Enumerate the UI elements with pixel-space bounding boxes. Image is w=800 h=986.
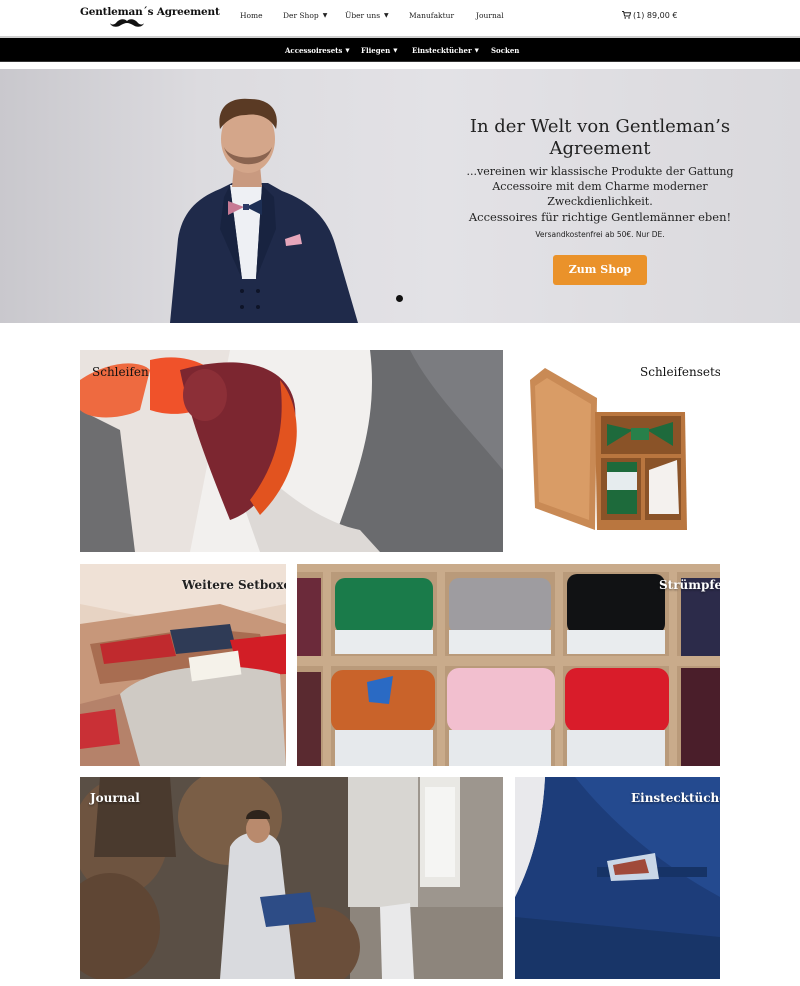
subnav-fliegen-label: Fliegen (361, 46, 391, 55)
logo[interactable]: Gentleman´s Agreement (80, 6, 220, 28)
hero-subtitle: ...vereinen wir klassische Produkte der … (466, 165, 734, 208)
hero-slider: In der Welt von Gentleman’s Agreement ..… (0, 69, 800, 323)
nav-home[interactable]: Home (240, 11, 263, 20)
setbox-image (80, 564, 286, 766)
nav-manufaktur[interactable]: Manufaktur (409, 11, 454, 20)
cart-total: 89,00 € (646, 11, 678, 20)
tile-struempfe[interactable]: Strümpfe (297, 564, 720, 766)
nav-home-label: Home (240, 11, 263, 20)
nav-journal-label: Journal (476, 11, 504, 20)
tile-journal-label: Journal (90, 791, 140, 805)
site-header: Gentleman´s Agreement Home Der Shop ▼ Übe… (0, 0, 800, 36)
logo-text: Gentleman´s Agreement (80, 6, 220, 18)
slider-dot[interactable] (396, 295, 403, 302)
tile-weitere-setboxen[interactable]: Weitere Setboxen (80, 564, 286, 766)
subnav-socken-label: Socken (491, 46, 520, 55)
socks-shelf-image (297, 564, 720, 766)
caret-down-icon: ▼ (384, 12, 389, 19)
cart-icon (622, 11, 632, 19)
cart-count: (1) (633, 11, 645, 20)
subnav-socken[interactable]: Socken (491, 46, 519, 55)
tile-schleifensets[interactable]: Schleifensets (515, 350, 720, 552)
subnav-einstecktuecher-label: Einstecktücher (412, 46, 472, 55)
nav-ueber-uns-label: Über uns (345, 11, 381, 20)
tile-schleifen[interactable]: Schleifen (80, 350, 503, 552)
subnav-fliegen[interactable]: Fliegen ▼ (361, 46, 397, 55)
hero-model-image (170, 98, 358, 323)
caret-down-icon: ▼ (322, 12, 328, 19)
journal-image (80, 777, 503, 979)
caret-down-icon: ▼ (345, 48, 350, 54)
bow-tie-image (80, 350, 503, 552)
tile-schleifensets-label: Schleifensets (640, 365, 720, 379)
nav-ueber-uns[interactable]: Über uns ▼ (345, 11, 389, 20)
mustache-icon (110, 19, 144, 27)
cart-link[interactable]: (1) 89,00 € (622, 11, 677, 20)
hero-title: In der Welt von Gentleman’s Agreement (469, 116, 731, 159)
tile-weitere-setboxen-label: Weitere Setboxen (182, 578, 286, 592)
tile-einstecktuecher[interactable]: Einstecktücher (515, 777, 720, 979)
shop-button[interactable]: Zum Shop (553, 255, 647, 285)
nav-der-shop[interactable]: Der Shop ▼ (283, 11, 327, 20)
nav-der-shop-label: Der Shop (283, 11, 319, 20)
tile-einstecktuecher-label: Einstecktücher (631, 791, 720, 805)
nav-manufaktur-label: Manufaktur (409, 11, 455, 20)
caret-down-icon: ▼ (393, 48, 398, 54)
pocket-square-image (515, 777, 720, 979)
subnav-einstecktuecher[interactable]: Einstecktücher ▼ (412, 46, 479, 55)
wooden-box-image (530, 368, 687, 530)
caret-down-icon: ▼ (474, 48, 479, 54)
subnav-accessoiresets[interactable]: Accessoiresets ▼ (285, 46, 350, 55)
tile-struempfe-label: Strümpfe (659, 578, 720, 592)
nav-journal[interactable]: Journal (476, 11, 504, 20)
tile-schleifen-label: Schleifen (92, 365, 149, 379)
tile-journal[interactable]: Journal (80, 777, 503, 979)
hero-tagline: Accessoires für richtige Gentlemänner eb… (468, 210, 732, 224)
shipping-note: Versandkostenfrei ab 50€. Nur DE. (535, 230, 665, 239)
category-nav: Accessoiresets ▼ Fliegen ▼ Einstecktücher ▼… (0, 38, 800, 62)
subnav-accessoiresets-label: Accessoiresets (285, 46, 343, 55)
